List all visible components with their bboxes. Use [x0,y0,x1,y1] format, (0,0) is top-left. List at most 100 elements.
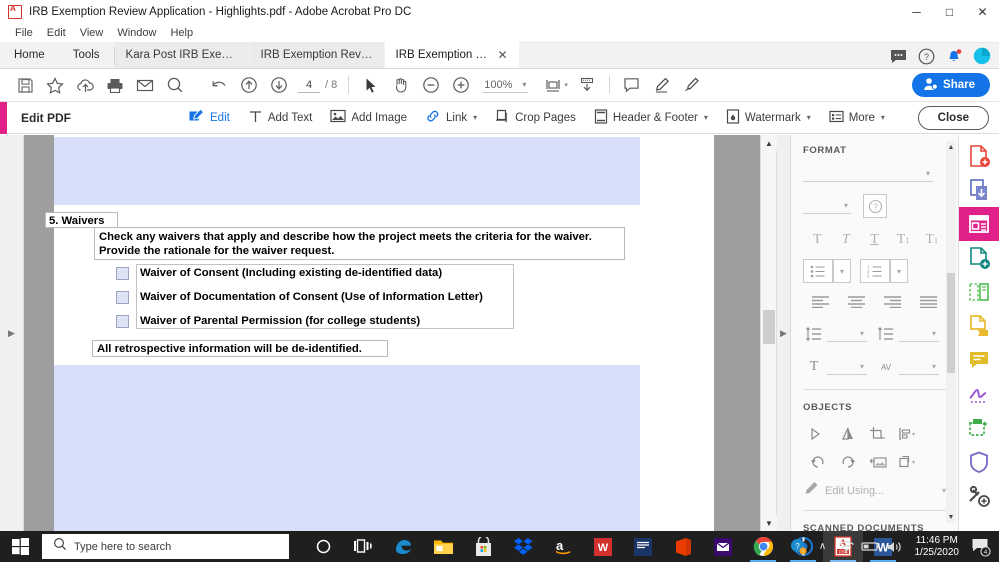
amazon-icon[interactable]: a [543,531,583,562]
close-edit-pdf-button[interactable]: Close [918,106,989,130]
upload-cloud-icon[interactable] [70,71,100,99]
fill-sign-icon[interactable] [959,309,999,343]
document-tab-1[interactable]: Kara Post IRB Exem... [115,42,250,68]
help-question-icon[interactable]: ? [863,194,887,218]
add-image-button[interactable]: Add Image [321,105,416,131]
previous-page-icon[interactable] [234,71,264,99]
account-avatar-icon[interactable] [969,43,995,69]
superscript-icon[interactable]: T1 [889,229,918,251]
microsoft-office-icon[interactable] [663,531,703,562]
bulleted-list-dropdown-icon[interactable]: ▾ [833,259,851,283]
email-icon[interactable] [130,71,160,99]
align-left-icon[interactable] [803,291,839,313]
add-comment-icon[interactable] [617,71,647,99]
scroll-down-icon[interactable]: ▼ [946,511,956,523]
scroll-down-icon[interactable]: ▼ [761,515,777,531]
maximize-button[interactable]: □ [933,0,966,24]
horizontal-scale-icon[interactable]: T [803,356,825,378]
line-spacing-dropdown[interactable]: ▾ [827,326,867,342]
menu-item-view[interactable]: View [73,24,111,43]
help-circle-icon[interactable]: ? [913,43,939,69]
microsoft-store-icon[interactable] [463,531,503,562]
comment-rail-icon[interactable] [959,343,999,377]
zoom-level-dropdown[interactable]: 100% ▾ [482,78,528,93]
link-button[interactable]: Link ▾ [416,105,486,131]
italic-text-icon[interactable]: T [832,229,861,251]
show-hidden-icons-icon[interactable]: ∧ [813,531,833,562]
close-icon[interactable]: ✕ [497,49,507,61]
scroll-up-icon[interactable]: ▲ [946,141,956,153]
checkbox-waiver-documentation[interactable] [116,291,129,304]
zoom-out-icon[interactable] [416,71,446,99]
paragraph-spacing-dropdown[interactable]: ▾ [899,326,939,342]
bold-text-icon[interactable]: T [803,229,832,251]
align-center-icon[interactable] [839,291,875,313]
print-icon[interactable] [100,71,130,99]
star-favorite-icon[interactable] [40,71,70,99]
menu-item-window[interactable]: Window [110,24,163,43]
font-family-dropdown[interactable]: ▾ [803,166,933,182]
subscript-icon[interactable]: T1 [917,229,946,251]
mail-icon[interactable] [703,531,743,562]
scrollbar-thumb[interactable] [763,310,775,344]
section-title-field[interactable]: 5. Waivers [45,212,118,228]
bulleted-list-icon[interactable] [803,259,833,283]
answer-text-field[interactable]: All retrospective information will be de… [92,340,388,357]
arrange-layer-icon[interactable]: ▾ [893,451,923,473]
protect-icon[interactable] [959,445,999,479]
numbered-list-icon[interactable]: 123 [860,259,890,283]
google-chrome-icon[interactable] [743,531,783,562]
crop-pages-button[interactable]: Crop Pages [486,105,585,131]
action-center-icon[interactable]: 4 [969,531,993,562]
add-text-button[interactable]: Add Text [239,105,322,131]
undo-icon[interactable] [204,71,234,99]
checkbox-waiver-consent[interactable] [116,267,129,280]
align-right-icon[interactable] [875,291,911,313]
search-input[interactable]: Type here to search [42,534,289,559]
page-number-input[interactable] [298,78,320,93]
edit-using-row[interactable]: Edit Using... ▾ [803,481,946,500]
scroll-up-icon[interactable]: ▲ [761,135,777,151]
create-pdf-icon[interactable] [959,139,999,173]
tab-home[interactable]: Home [0,42,59,68]
taskbar-clock[interactable]: 11:46 PM 1/25/2020 [909,535,966,559]
document-scrollbar[interactable]: ▲ ▼ [760,135,776,531]
line-spacing-icon[interactable] [803,323,825,345]
document-viewport[interactable]: 5. Waivers Check any waivers that apply … [24,135,760,531]
header-footer-button[interactable]: Header & Footer ▾ [585,105,717,131]
tool-panel-scroll-thumb[interactable] [947,273,955,373]
windows-start-icon[interactable] [0,531,40,562]
highlight-text-icon[interactable] [647,71,677,99]
dropbox-icon[interactable] [503,531,543,562]
task-view-icon[interactable] [343,531,383,562]
navigation-pane-collapsed[interactable]: ▶ [0,135,24,531]
menu-item-edit[interactable]: Edit [40,24,73,43]
hand-pan-icon[interactable] [386,71,416,99]
organize-pages-icon[interactable] [959,275,999,309]
sign-document-icon[interactable] [677,71,707,99]
news-app-icon[interactable] [623,531,663,562]
volume-icon[interactable] [885,531,905,562]
weather-channel-icon[interactable]: W [583,531,623,562]
document-tab-3-active[interactable]: IRB Exemption Revi... ✕ [385,42,520,68]
paragraph-spacing-icon[interactable] [875,323,897,345]
flip-vertical-icon[interactable] [833,423,863,445]
combine-files-icon[interactable] [959,241,999,275]
battery-icon[interactable] [861,531,881,562]
character-spacing-icon[interactable]: AV [875,356,897,378]
numbered-list-dropdown-icon[interactable]: ▾ [890,259,908,283]
crop-image-icon[interactable] [863,423,893,445]
zoom-in-icon[interactable] [446,71,476,99]
watermark-button[interactable]: Watermark ▾ [717,105,820,131]
horizontal-scale-dropdown[interactable]: ▾ [827,359,867,375]
instructions-field[interactable]: Check any waivers that apply and describ… [94,227,625,260]
menu-item-help[interactable]: Help [163,24,200,43]
align-justify-icon[interactable] [910,291,946,313]
export-pdf-icon[interactable] [959,173,999,207]
close-window-button[interactable]: ✕ [966,0,999,24]
tool-panel-scrollbar[interactable]: ▲ ▼ [946,141,956,523]
flip-horizontal-icon[interactable] [803,423,833,445]
document-tab-2[interactable]: IRB Exemption Revi... [250,42,385,68]
more-button[interactable]: More ▾ [820,105,894,131]
replace-image-icon[interactable] [863,451,893,473]
